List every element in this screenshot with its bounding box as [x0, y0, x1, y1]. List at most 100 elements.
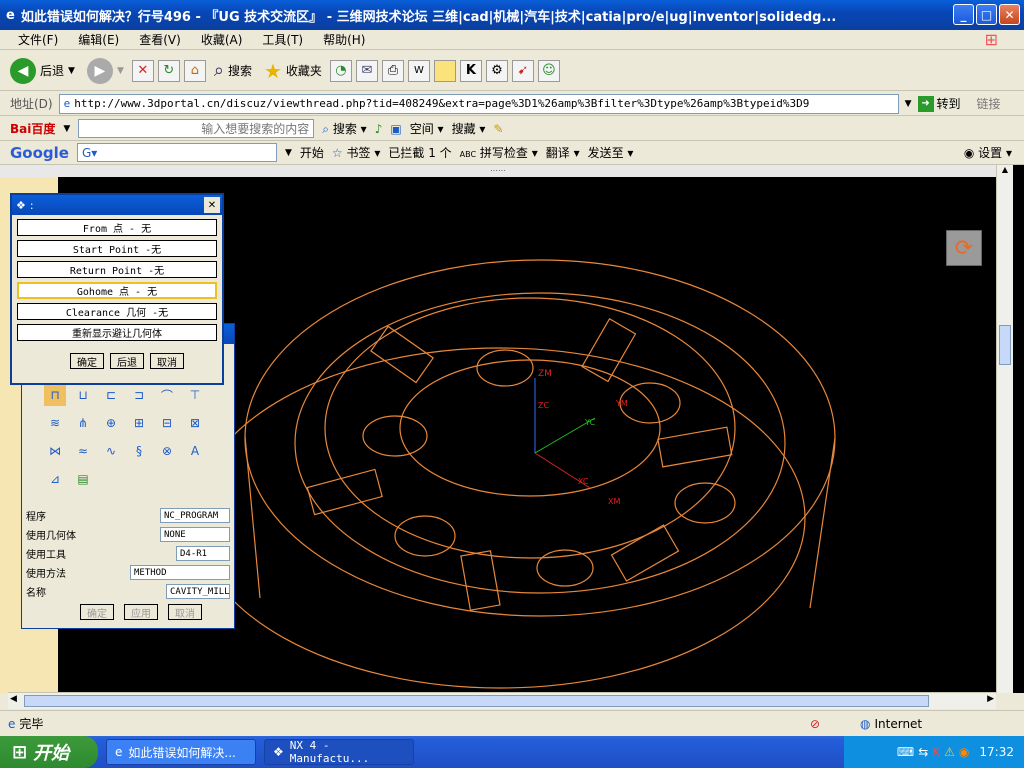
forward-button[interactable]: ▶ ▼	[83, 54, 128, 88]
history-icon[interactable]: ◔	[329, 59, 352, 82]
dialog-close-button[interactable]: ✕	[204, 197, 220, 213]
address-input[interactable]: e http://www.3dportal.cn/discuz/viewthre…	[58, 93, 899, 114]
baidu-logo[interactable]: Bai百度	[10, 120, 55, 137]
op-icon-8[interactable]: ⋔	[72, 412, 94, 434]
print-icon[interactable]: ⎙	[381, 59, 404, 82]
redisplay-geometry-button[interactable]: 重新显示避让几何体	[17, 324, 217, 341]
k-icon[interactable]: K	[459, 59, 482, 82]
op-icon-17[interactable]: ⊗	[156, 440, 178, 462]
music-icon[interactable]: ♪	[375, 122, 383, 136]
messenger-icon[interactable]: ☺	[537, 59, 560, 82]
op-icon-16[interactable]: §	[128, 440, 150, 462]
op-icon-15[interactable]: ∿	[100, 440, 122, 462]
spellcheck-button[interactable]: ABC 拼写检查 ▾	[460, 144, 538, 161]
highlight-icon[interactable]: ✎	[493, 122, 503, 136]
menu-edit[interactable]: 编辑(E)	[68, 31, 129, 48]
start-point-button[interactable]: Start Point -无	[17, 240, 217, 257]
op-icon-6[interactable]: ⊤	[184, 384, 206, 406]
baidu-collect-button[interactable]: 搜藏 ▾	[452, 120, 486, 137]
op-icon-3[interactable]: ⊏	[100, 384, 122, 406]
scroll-thumb[interactable]	[999, 325, 1011, 365]
return-point-button[interactable]: Return Point -无	[17, 261, 217, 278]
edit-icon[interactable]: W	[407, 59, 430, 82]
keyboard-icon[interactable]: ⌨	[897, 745, 914, 759]
back-button[interactable]: 后退	[110, 353, 144, 369]
mail-icon[interactable]: ✉	[355, 59, 378, 82]
name-input[interactable]: CAVITY_MILL	[166, 584, 230, 599]
links-label[interactable]: 链接	[977, 95, 1001, 112]
favorites-button[interactable]: ★ 收藏夹	[260, 54, 326, 88]
op-icon-10[interactable]: ⊞	[128, 412, 150, 434]
sendto-button[interactable]: 发送至 ▾	[588, 144, 634, 161]
tools-icon[interactable]: ⚙	[485, 59, 508, 82]
image-icon[interactable]: ▣	[390, 122, 401, 136]
op-cancel-button[interactable]: 取消	[168, 604, 202, 620]
gohome-point-button[interactable]: Gohome 点 - 无	[17, 282, 217, 299]
menu-help[interactable]: 帮助(H)	[313, 31, 375, 48]
google-search-input[interactable]: G▾	[76, 143, 277, 162]
bookmarks-button[interactable]: ☆ 书签 ▾	[332, 144, 380, 161]
clearance-geometry-button[interactable]: Clearance 几何 -无	[17, 303, 217, 320]
op-icon-5[interactable]: ⌒	[156, 384, 178, 406]
vertical-scrollbar[interactable]: ▲	[996, 165, 1013, 693]
menu-file[interactable]: 文件(F)	[8, 31, 68, 48]
menu-favorites[interactable]: 收藏(A)	[191, 31, 253, 48]
translate-button[interactable]: 翻译 ▾	[546, 144, 580, 161]
op-icon-20[interactable]: ▤	[72, 468, 94, 490]
op-icon-19[interactable]: ⊿	[44, 468, 66, 490]
program-select[interactable]: NC_PROGRAM	[160, 508, 230, 523]
close-button[interactable]: ✕	[999, 4, 1020, 25]
popup-blocker[interactable]: 已拦截 1 个	[388, 144, 451, 161]
refresh-icon[interactable]: ↻	[157, 59, 180, 82]
bird-icon[interactable]: ➹	[511, 59, 534, 82]
op-icon-1[interactable]: ⊓	[44, 384, 66, 406]
op-icon-7[interactable]: ≋	[44, 412, 66, 434]
google-start-button[interactable]: 开始	[300, 144, 324, 161]
network-icon[interactable]: ⇆	[918, 745, 928, 759]
geometry-select[interactable]: NONE	[160, 527, 230, 542]
op-icon-12[interactable]: ⊠	[184, 412, 206, 434]
scroll-up-arrow[interactable]: ▲	[997, 165, 1013, 179]
back-button[interactable]: ◀ 后退 ▼	[6, 54, 79, 88]
cancel-button[interactable]: 取消	[150, 353, 184, 369]
home-icon[interactable]: ⌂	[183, 59, 206, 82]
method-select[interactable]: METHOD	[130, 565, 230, 580]
op-icon-4[interactable]: ⊐	[128, 384, 150, 406]
op-icon-13[interactable]: ⋈	[44, 440, 66, 462]
refresh-widget-icon[interactable]: ⟳	[946, 230, 982, 266]
baidu-search-input[interactable]: 输入想要搜索的内容	[78, 119, 315, 138]
scroll-left-arrow[interactable]: ◀	[10, 694, 17, 704]
op-icon-18[interactable]: A	[184, 440, 206, 462]
search-button[interactable]: ⌕ 搜索	[210, 54, 256, 88]
start-button[interactable]: ⊞ 开始	[0, 736, 98, 768]
scroll-right-arrow[interactable]: ▶	[987, 694, 994, 704]
from-point-button[interactable]: From 点 - 无	[17, 219, 217, 236]
k-tray-icon[interactable]: K	[932, 745, 940, 759]
address-dropdown-icon[interactable]: ▼	[905, 99, 912, 109]
note-icon[interactable]	[433, 59, 456, 82]
google-logo[interactable]: Google	[10, 144, 69, 162]
task-browser[interactable]: e 如此错误如何解决...	[106, 739, 256, 765]
go-button[interactable]: ➜ 转到	[917, 95, 961, 112]
minimize-button[interactable]: _	[953, 4, 974, 25]
tool-select[interactable]: D4-R1	[176, 546, 230, 561]
op-icon-9[interactable]: ⊕	[100, 412, 122, 434]
warning-icon[interactable]: ⚠	[944, 745, 955, 759]
menu-tools[interactable]: 工具(T)	[252, 31, 313, 48]
qq-icon[interactable]: ◉	[959, 745, 969, 759]
horizontal-scrollbar[interactable]: ◀ ▶	[8, 692, 996, 709]
task-nx[interactable]: ❖ NX 4 - Manufactu...	[264, 739, 414, 765]
menu-view[interactable]: 查看(V)	[129, 31, 191, 48]
op-icon-2[interactable]: ⊔	[72, 384, 94, 406]
settings-button[interactable]: ◉ 设置 ▾	[964, 144, 1012, 161]
op-icon-14[interactable]: ≈	[72, 440, 94, 462]
op-ok-button[interactable]: 确定	[80, 604, 114, 620]
op-apply-button[interactable]: 应用	[124, 604, 158, 620]
maximize-button[interactable]: □	[976, 4, 997, 25]
op-icon-11[interactable]: ⊟	[156, 412, 178, 434]
hscroll-thumb[interactable]	[24, 695, 929, 707]
baidu-search-button[interactable]: ⌕ 搜索 ▾	[322, 120, 366, 137]
baidu-space-button[interactable]: 空间 ▾	[410, 120, 444, 137]
ok-button[interactable]: 确定	[70, 353, 104, 369]
stop-icon[interactable]: ✕	[131, 59, 154, 82]
